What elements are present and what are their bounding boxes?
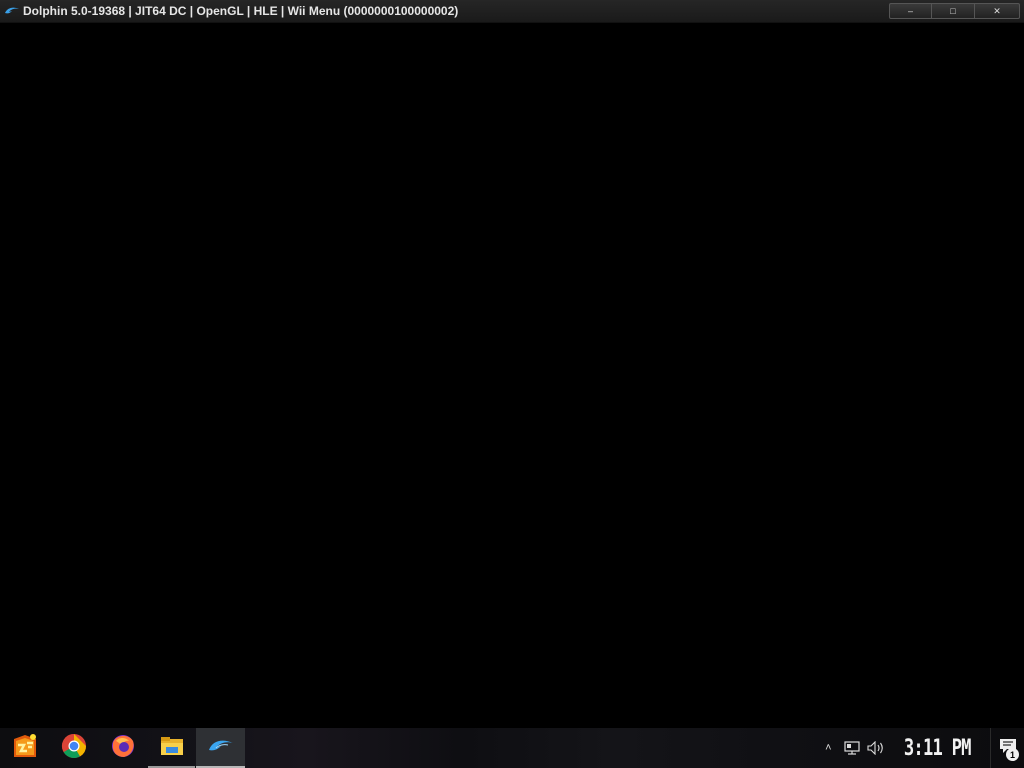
maximize-icon: □	[950, 6, 956, 16]
taskbar-app-dolphin[interactable]	[196, 728, 245, 768]
dolphin-icon	[207, 736, 235, 761]
taskbar-app-firefox[interactable]	[98, 728, 147, 768]
chrome-icon	[61, 733, 87, 764]
render-viewport[interactable]	[0, 23, 1024, 728]
network-icon[interactable]	[840, 728, 864, 768]
action-center-button[interactable]: 1	[990, 728, 1024, 768]
minimize-button[interactable]: –	[890, 4, 931, 18]
show-hidden-icons-button[interactable]: ˄	[816, 728, 840, 768]
title-bar[interactable]: Dolphin 5.0-19368 | JIT64 DC | OpenGL | …	[0, 0, 1024, 23]
taskbar-app-launcher[interactable]	[0, 728, 49, 768]
minimize-icon: –	[907, 6, 913, 16]
taskbar-clock[interactable]: 3:11 PM	[899, 736, 978, 761]
dolphin-window: Dolphin 5.0-19368 | JIT64 DC | OpenGL | …	[0, 0, 1024, 728]
close-icon: ✕	[993, 5, 1001, 16]
taskbar-app-file-explorer[interactable]	[147, 728, 196, 768]
notification-count-badge: 1	[1006, 748, 1019, 761]
folder-icon	[160, 735, 184, 762]
chevron-up-icon: ˄	[825, 742, 832, 754]
star-burst-app-icon	[11, 733, 39, 764]
taskbar: ˄ 3:11 PM 1	[0, 728, 1024, 768]
firefox-icon	[110, 733, 136, 764]
window-controls: – □ ✕	[889, 3, 1020, 19]
maximize-button[interactable]: □	[931, 4, 974, 18]
close-button[interactable]: ✕	[974, 4, 1019, 18]
system-tray: ˄ 3:11 PM 1	[816, 728, 1024, 768]
taskbar-app-chrome[interactable]	[49, 728, 98, 768]
dolphin-icon	[4, 4, 20, 18]
volume-icon[interactable]	[864, 728, 888, 768]
window-title: Dolphin 5.0-19368 | JIT64 DC | OpenGL | …	[23, 4, 459, 18]
